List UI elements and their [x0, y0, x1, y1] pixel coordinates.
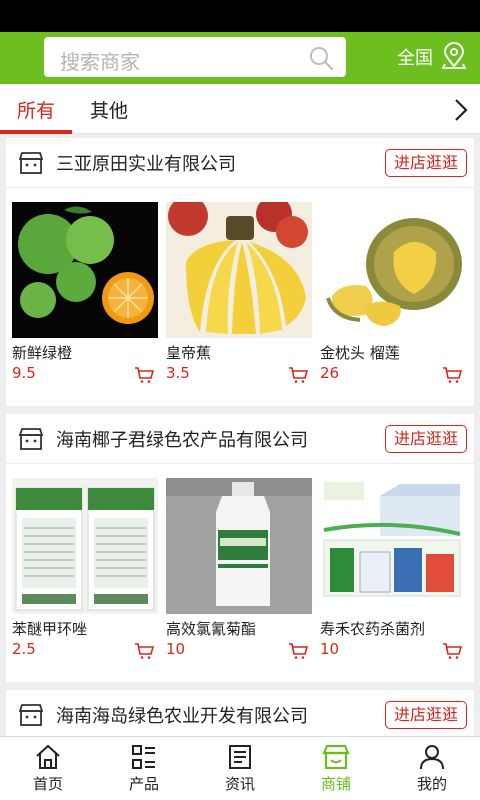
product-name: 苯醚甲环唑	[12, 620, 88, 638]
nav-mine[interactable]: 我的	[384, 737, 480, 800]
visit-shop-button[interactable]: 进店逛逛	[385, 425, 467, 453]
shop-card: 海南椰子君绿色农产品有限公司 进店逛逛 苯醚甲环唑 2.5 高效氯氰菊酯 10 …	[6, 414, 474, 682]
product-name: 金枕头 榴莲	[320, 344, 400, 362]
shop-icon	[322, 744, 350, 770]
status-bar	[0, 0, 480, 32]
store-icon	[18, 428, 44, 450]
bottom-navigation: 首页 产品 资讯 商铺 我的	[0, 736, 480, 800]
search-input[interactable]: 搜索商家	[44, 37, 346, 77]
cart-icon[interactable]	[134, 366, 154, 384]
product-item[interactable]: 高效氯氰菊酯 10	[166, 478, 312, 664]
cart-icon[interactable]	[134, 642, 154, 660]
list-icon	[132, 745, 155, 769]
product-price: 10	[166, 640, 186, 658]
region-selector[interactable]: 全国	[397, 44, 433, 70]
nav-label: 我的	[416, 775, 447, 793]
visit-shop-button[interactable]: 进店逛逛	[385, 149, 467, 177]
category-tabs: 所有 其他	[0, 84, 480, 134]
store-icon	[18, 704, 44, 726]
tab-other[interactable]: 其他	[90, 96, 128, 123]
top-bar: 搜索商家 全国	[0, 32, 480, 84]
shop-name[interactable]: 海南海岛绿色农业开发有限公司	[56, 702, 308, 728]
shop-name[interactable]: 海南椰子君绿色农产品有限公司	[56, 426, 308, 452]
shop-name[interactable]: 三亚原田实业有限公司	[56, 150, 236, 176]
visit-shop-button[interactable]: 进店逛逛	[385, 701, 467, 729]
cart-icon[interactable]	[288, 366, 308, 384]
shop-card: 海南海岛绿色农业开发有限公司 进店逛逛	[6, 690, 474, 736]
cart-icon[interactable]	[288, 642, 308, 660]
product-name: 皇帝蕉	[166, 344, 212, 362]
nav-label: 产品	[128, 775, 159, 793]
nav-label: 资讯	[224, 775, 255, 793]
product-image-fungicide-box[interactable]	[320, 478, 466, 614]
store-icon	[18, 152, 44, 174]
home-icon	[36, 744, 60, 769]
cart-icon[interactable]	[442, 642, 462, 660]
product-name: 新鲜绿橙	[12, 344, 73, 362]
shop-header: 海南海岛绿色农业开发有限公司 进店逛逛	[6, 690, 474, 736]
nav-label: 商铺	[320, 775, 351, 793]
product-image-pesticide-packets[interactable]	[12, 478, 158, 614]
product-item[interactable]: 新鲜绿橙 9.5	[12, 202, 158, 388]
product-name: 高效氯氰菊酯	[166, 620, 257, 638]
shop-card: 三亚原田实业有限公司 进店逛逛 新鲜绿橙 9.5 皇帝蕉 3.5 金枕头 榴莲 …	[6, 138, 474, 406]
product-image-green-orange[interactable]	[12, 202, 158, 338]
product-item[interactable]: 苯醚甲环唑 2.5	[12, 478, 158, 664]
nav-home[interactable]: 首页	[0, 737, 96, 800]
user-icon	[420, 745, 444, 770]
tab-all[interactable]: 所有	[17, 96, 55, 123]
nav-shops[interactable]: 商铺	[288, 737, 384, 800]
product-price: 2.5	[12, 640, 36, 658]
location-icon[interactable]	[441, 42, 467, 70]
nav-products[interactable]: 产品	[96, 737, 192, 800]
product-image-pesticide-bottle[interactable]	[166, 478, 312, 614]
product-price: 9.5	[12, 364, 36, 382]
shop-header: 三亚原田实业有限公司 进店逛逛	[6, 138, 474, 188]
news-icon	[229, 745, 251, 769]
search-icon[interactable]	[308, 45, 334, 71]
product-image-banana[interactable]	[166, 202, 312, 338]
shop-header: 海南椰子君绿色农产品有限公司 进店逛逛	[6, 414, 474, 464]
product-image-durian[interactable]	[320, 202, 466, 338]
product-price: 3.5	[166, 364, 190, 382]
active-tab-indicator	[0, 130, 72, 134]
search-placeholder: 搜索商家	[60, 50, 140, 74]
nav-news[interactable]: 资讯	[192, 737, 288, 800]
product-item[interactable]: 金枕头 榴莲 26	[320, 202, 466, 388]
product-name: 寿禾农药杀菌剂	[320, 620, 426, 638]
product-price: 10	[320, 640, 340, 658]
product-price: 26	[320, 364, 340, 382]
product-item[interactable]: 皇帝蕉 3.5	[166, 202, 312, 388]
chevron-right-icon[interactable]	[452, 97, 470, 123]
cart-icon[interactable]	[442, 366, 462, 384]
product-item[interactable]: 寿禾农药杀菌剂 10	[320, 478, 466, 664]
nav-label: 首页	[32, 775, 63, 793]
